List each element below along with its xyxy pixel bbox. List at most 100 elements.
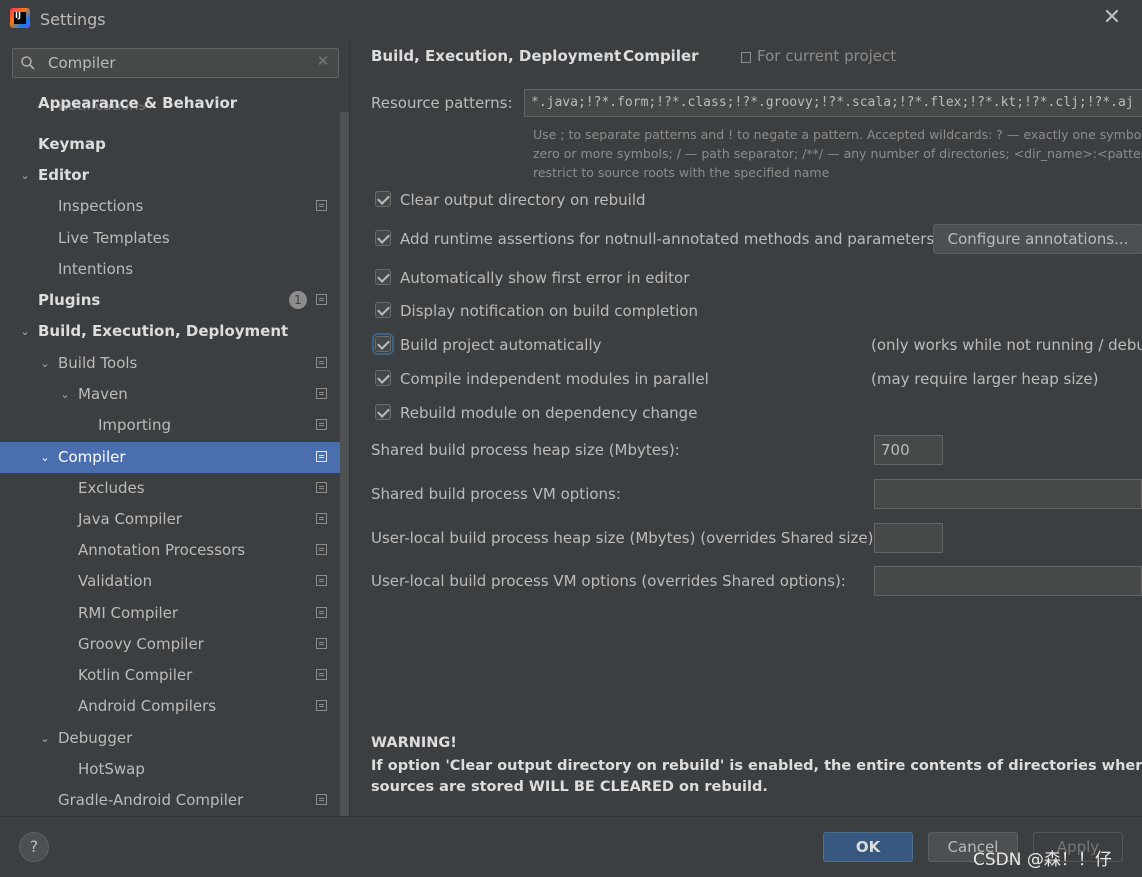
- tree-item-build-execution-deployment[interactable]: ⌄ Build, Execution, Deployment: [0, 316, 340, 347]
- parallel-compile-checkbox[interactable]: [375, 370, 391, 386]
- project-scope-icon: [316, 388, 327, 399]
- tree-item-label: Android Compilers: [78, 697, 217, 715]
- shared-heap-input[interactable]: 700: [874, 435, 943, 465]
- clear-output-checkbox[interactable]: [375, 191, 391, 207]
- tree-item-kotlin-compiler[interactable]: Kotlin Compiler: [0, 660, 340, 691]
- project-scope-icon: [316, 482, 327, 493]
- sidebar-scrollbar[interactable]: [340, 112, 349, 816]
- search-icon[interactable]: [20, 55, 36, 71]
- tree-item-plugins[interactable]: Plugins 1: [0, 285, 340, 316]
- warning-title: WARNING!: [371, 735, 457, 751]
- title-bar: [0, 0, 1142, 38]
- ok-button[interactable]: OK: [823, 832, 913, 862]
- tree-item-android-compilers[interactable]: Android Compilers: [0, 691, 340, 722]
- csdn-watermark: CSDN @森！！仔: [973, 850, 1112, 870]
- local-heap-input[interactable]: [874, 523, 943, 553]
- runtime-assertions-checkbox[interactable]: [375, 230, 391, 246]
- help-line: Use ; to separate patterns and ! to nega…: [533, 127, 1142, 142]
- tree-item-excludes[interactable]: Excludes: [0, 473, 340, 504]
- chevron-down-icon[interactable]: ⌄: [58, 379, 72, 410]
- tree-item-keymap[interactable]: Keymap: [0, 129, 340, 160]
- chevron-down-icon[interactable]: ⌄: [38, 442, 52, 473]
- tree-item-label: Editor: [38, 166, 89, 184]
- search-input[interactable]: [48, 52, 308, 74]
- tree-item-annotation-processors[interactable]: Annotation Processors: [0, 535, 340, 566]
- settings-tree: Notifications Appearance & Behavior Keym…: [0, 86, 349, 816]
- checkbox-label: Compile independent modules in parallel: [400, 370, 709, 388]
- breadcrumb-parent[interactable]: Build, Execution, Deployment: [371, 47, 621, 65]
- tree-item-build-tools[interactable]: ⌄ Build Tools: [0, 348, 340, 379]
- configure-annotations-button[interactable]: Configure annotations...: [933, 224, 1142, 254]
- tree-item-label: RMI Compiler: [78, 604, 179, 622]
- rebuild-module-checkbox[interactable]: [375, 404, 391, 420]
- project-scope-icon: [316, 200, 327, 211]
- tree-item-compiler[interactable]: ⌄ Compiler: [0, 442, 349, 473]
- tree-item-inspections[interactable]: Inspections: [0, 191, 340, 222]
- tree-item-hotswap[interactable]: HotSwap: [0, 754, 340, 785]
- checkbox-label: Automatically show first error in editor: [400, 269, 690, 287]
- checkbox-label: Rebuild module on dependency change: [400, 404, 698, 422]
- tree-item-label: Intentions: [58, 260, 134, 278]
- window-title: Settings: [40, 10, 106, 29]
- tree-item-validation[interactable]: Validation: [0, 566, 340, 597]
- close-icon[interactable]: ✕: [1100, 6, 1124, 30]
- tree-item-editor[interactable]: ⌄ Editor: [0, 160, 340, 191]
- chevron-down-icon[interactable]: ⌄: [38, 348, 52, 379]
- tree-item-maven[interactable]: ⌄ Maven: [0, 379, 340, 410]
- project-scope-icon: [316, 451, 327, 462]
- tree-item-debugger[interactable]: ⌄ Debugger: [0, 723, 340, 754]
- tree-item-label: Compiler: [58, 448, 126, 466]
- resource-patterns-help: Use ; to separate patterns and ! to nega…: [533, 125, 1142, 182]
- build-automatically-checkbox[interactable]: [372, 333, 394, 355]
- build-automatically-note: (only works while not running / debuggin…: [871, 336, 1142, 354]
- tree-item-java-compiler[interactable]: Java Compiler: [0, 504, 340, 535]
- checkbox-label: Clear output directory on rebuild: [400, 191, 646, 209]
- tree-item-label: Inspections: [58, 197, 144, 215]
- project-scope-icon: [741, 52, 751, 63]
- project-scope-icon: [316, 513, 327, 524]
- tree-item-importing[interactable]: Importing: [0, 410, 340, 441]
- tree-item-intentions[interactable]: Intentions: [0, 254, 340, 285]
- tree-item-label: Java Compiler: [78, 510, 182, 528]
- local-vm-label: User-local build process VM options (ove…: [371, 572, 846, 590]
- chevron-down-icon[interactable]: ⌄: [38, 723, 52, 754]
- local-vm-input[interactable]: [874, 566, 1142, 596]
- tree-item-label: Gradle-Android Compiler: [58, 791, 244, 809]
- warning-text: If option 'Clear output directory on reb…: [371, 756, 1142, 798]
- chevron-down-icon[interactable]: ⌄: [18, 316, 32, 347]
- project-scope-icon: [316, 419, 327, 430]
- plugins-update-badge: 1: [289, 291, 307, 309]
- project-scope-icon: [316, 294, 327, 305]
- resource-patterns-label: Resource patterns:: [371, 94, 513, 112]
- tree-item-rmi-compiler[interactable]: RMI Compiler: [0, 598, 340, 629]
- scope-label: For current project: [757, 47, 897, 65]
- tree-item-label: Debugger: [58, 729, 133, 747]
- tree-item-label: Annotation Processors: [78, 541, 246, 559]
- tree-item-groovy-compiler[interactable]: Groovy Compiler: [0, 629, 340, 660]
- tree-item-label: Appearance & Behavior: [38, 94, 238, 112]
- project-scope-icon: [316, 669, 327, 680]
- parallel-compile-note: (may require larger heap size): [871, 370, 1099, 388]
- tree-item-appearance-behavior[interactable]: Appearance & Behavior: [0, 88, 340, 119]
- project-scope-icon: [316, 357, 327, 368]
- project-scope-icon: [316, 700, 327, 711]
- breadcrumb-separator: ›: [604, 47, 610, 65]
- build-notification-checkbox[interactable]: [375, 302, 391, 318]
- breadcrumb-current: Compiler: [623, 47, 699, 65]
- clear-search-icon[interactable]: ✕: [316, 54, 330, 69]
- tree-item-label: Importing: [98, 416, 171, 434]
- help-button[interactable]: ?: [19, 832, 49, 862]
- tree-item-label: Kotlin Compiler: [78, 666, 193, 684]
- show-first-error-checkbox[interactable]: [375, 269, 391, 285]
- chevron-down-icon[interactable]: ⌄: [18, 160, 32, 191]
- tree-item-label: Keymap: [38, 135, 106, 153]
- checkbox-label: Add runtime assertions for notnull-annot…: [400, 230, 935, 248]
- shared-vm-input[interactable]: [874, 479, 1142, 509]
- tree-item-live-templates[interactable]: Live Templates: [0, 223, 340, 254]
- tree-item-label: Groovy Compiler: [78, 635, 204, 653]
- tree-item-gradle-android-compiler[interactable]: Gradle-Android Compiler: [0, 785, 340, 816]
- checkbox-label: Display notification on build completion: [400, 302, 698, 320]
- project-scope-icon: [316, 607, 327, 618]
- resource-patterns-input[interactable]: *.java;!?*.form;!?*.class;!?*.groovy;!?*…: [524, 89, 1142, 117]
- tree-item-label: Excludes: [78, 479, 145, 497]
